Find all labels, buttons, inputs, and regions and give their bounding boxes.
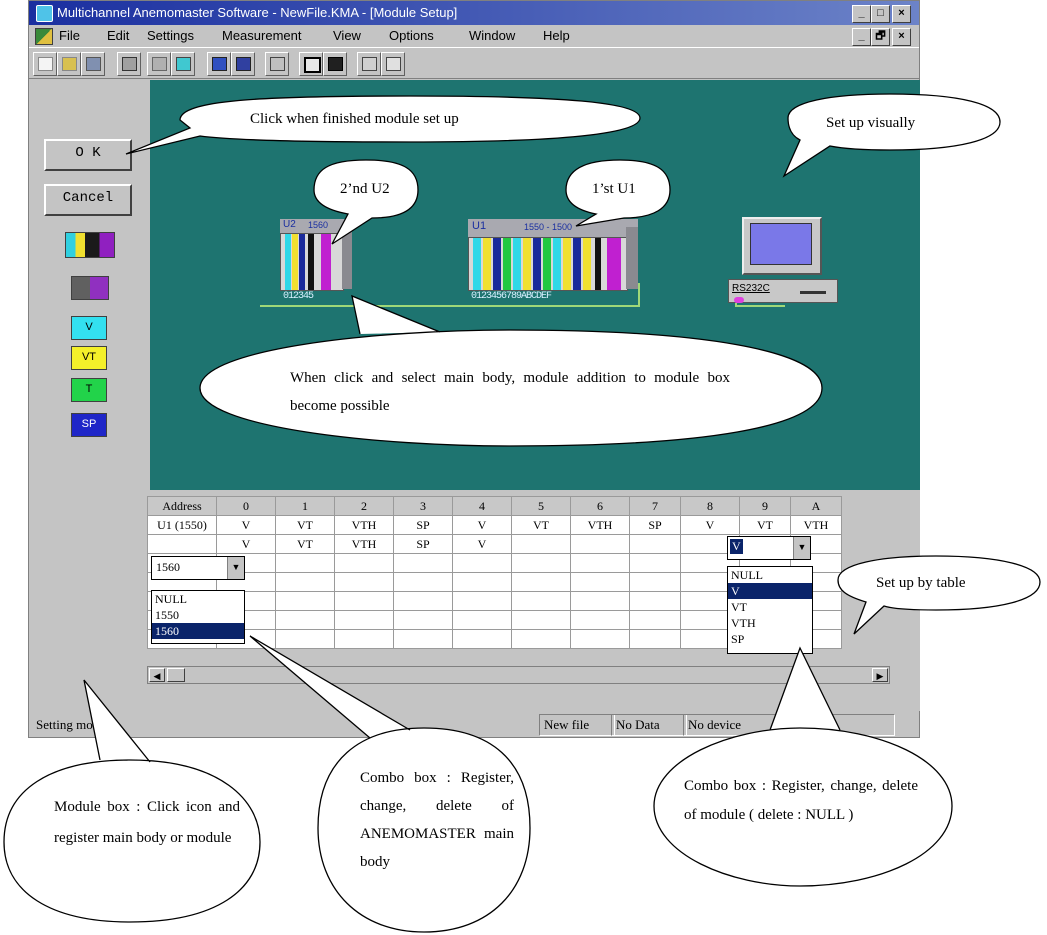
callout-table-text: Set up by table [876, 575, 966, 591]
callout-module-box-text: Module box : Click icon and register mai… [54, 799, 240, 846]
callout-second-text: 2’nd U2 [340, 181, 390, 197]
callout-module-combo [653, 646, 953, 887]
callout-body-combo-text: Combo box : Register, change, delete of … [360, 770, 514, 870]
callout-ok-text: Click when finished module set up [250, 111, 459, 127]
callout-first-text: 1’st U1 [592, 181, 636, 197]
callout-module-combo-text: Combo box : Register, change, delete of … [684, 778, 918, 823]
callout-body-select-text: When click and select main body, module … [290, 370, 730, 414]
callout-visual-text: Set up visually [826, 115, 916, 131]
callout-second [313, 159, 419, 245]
